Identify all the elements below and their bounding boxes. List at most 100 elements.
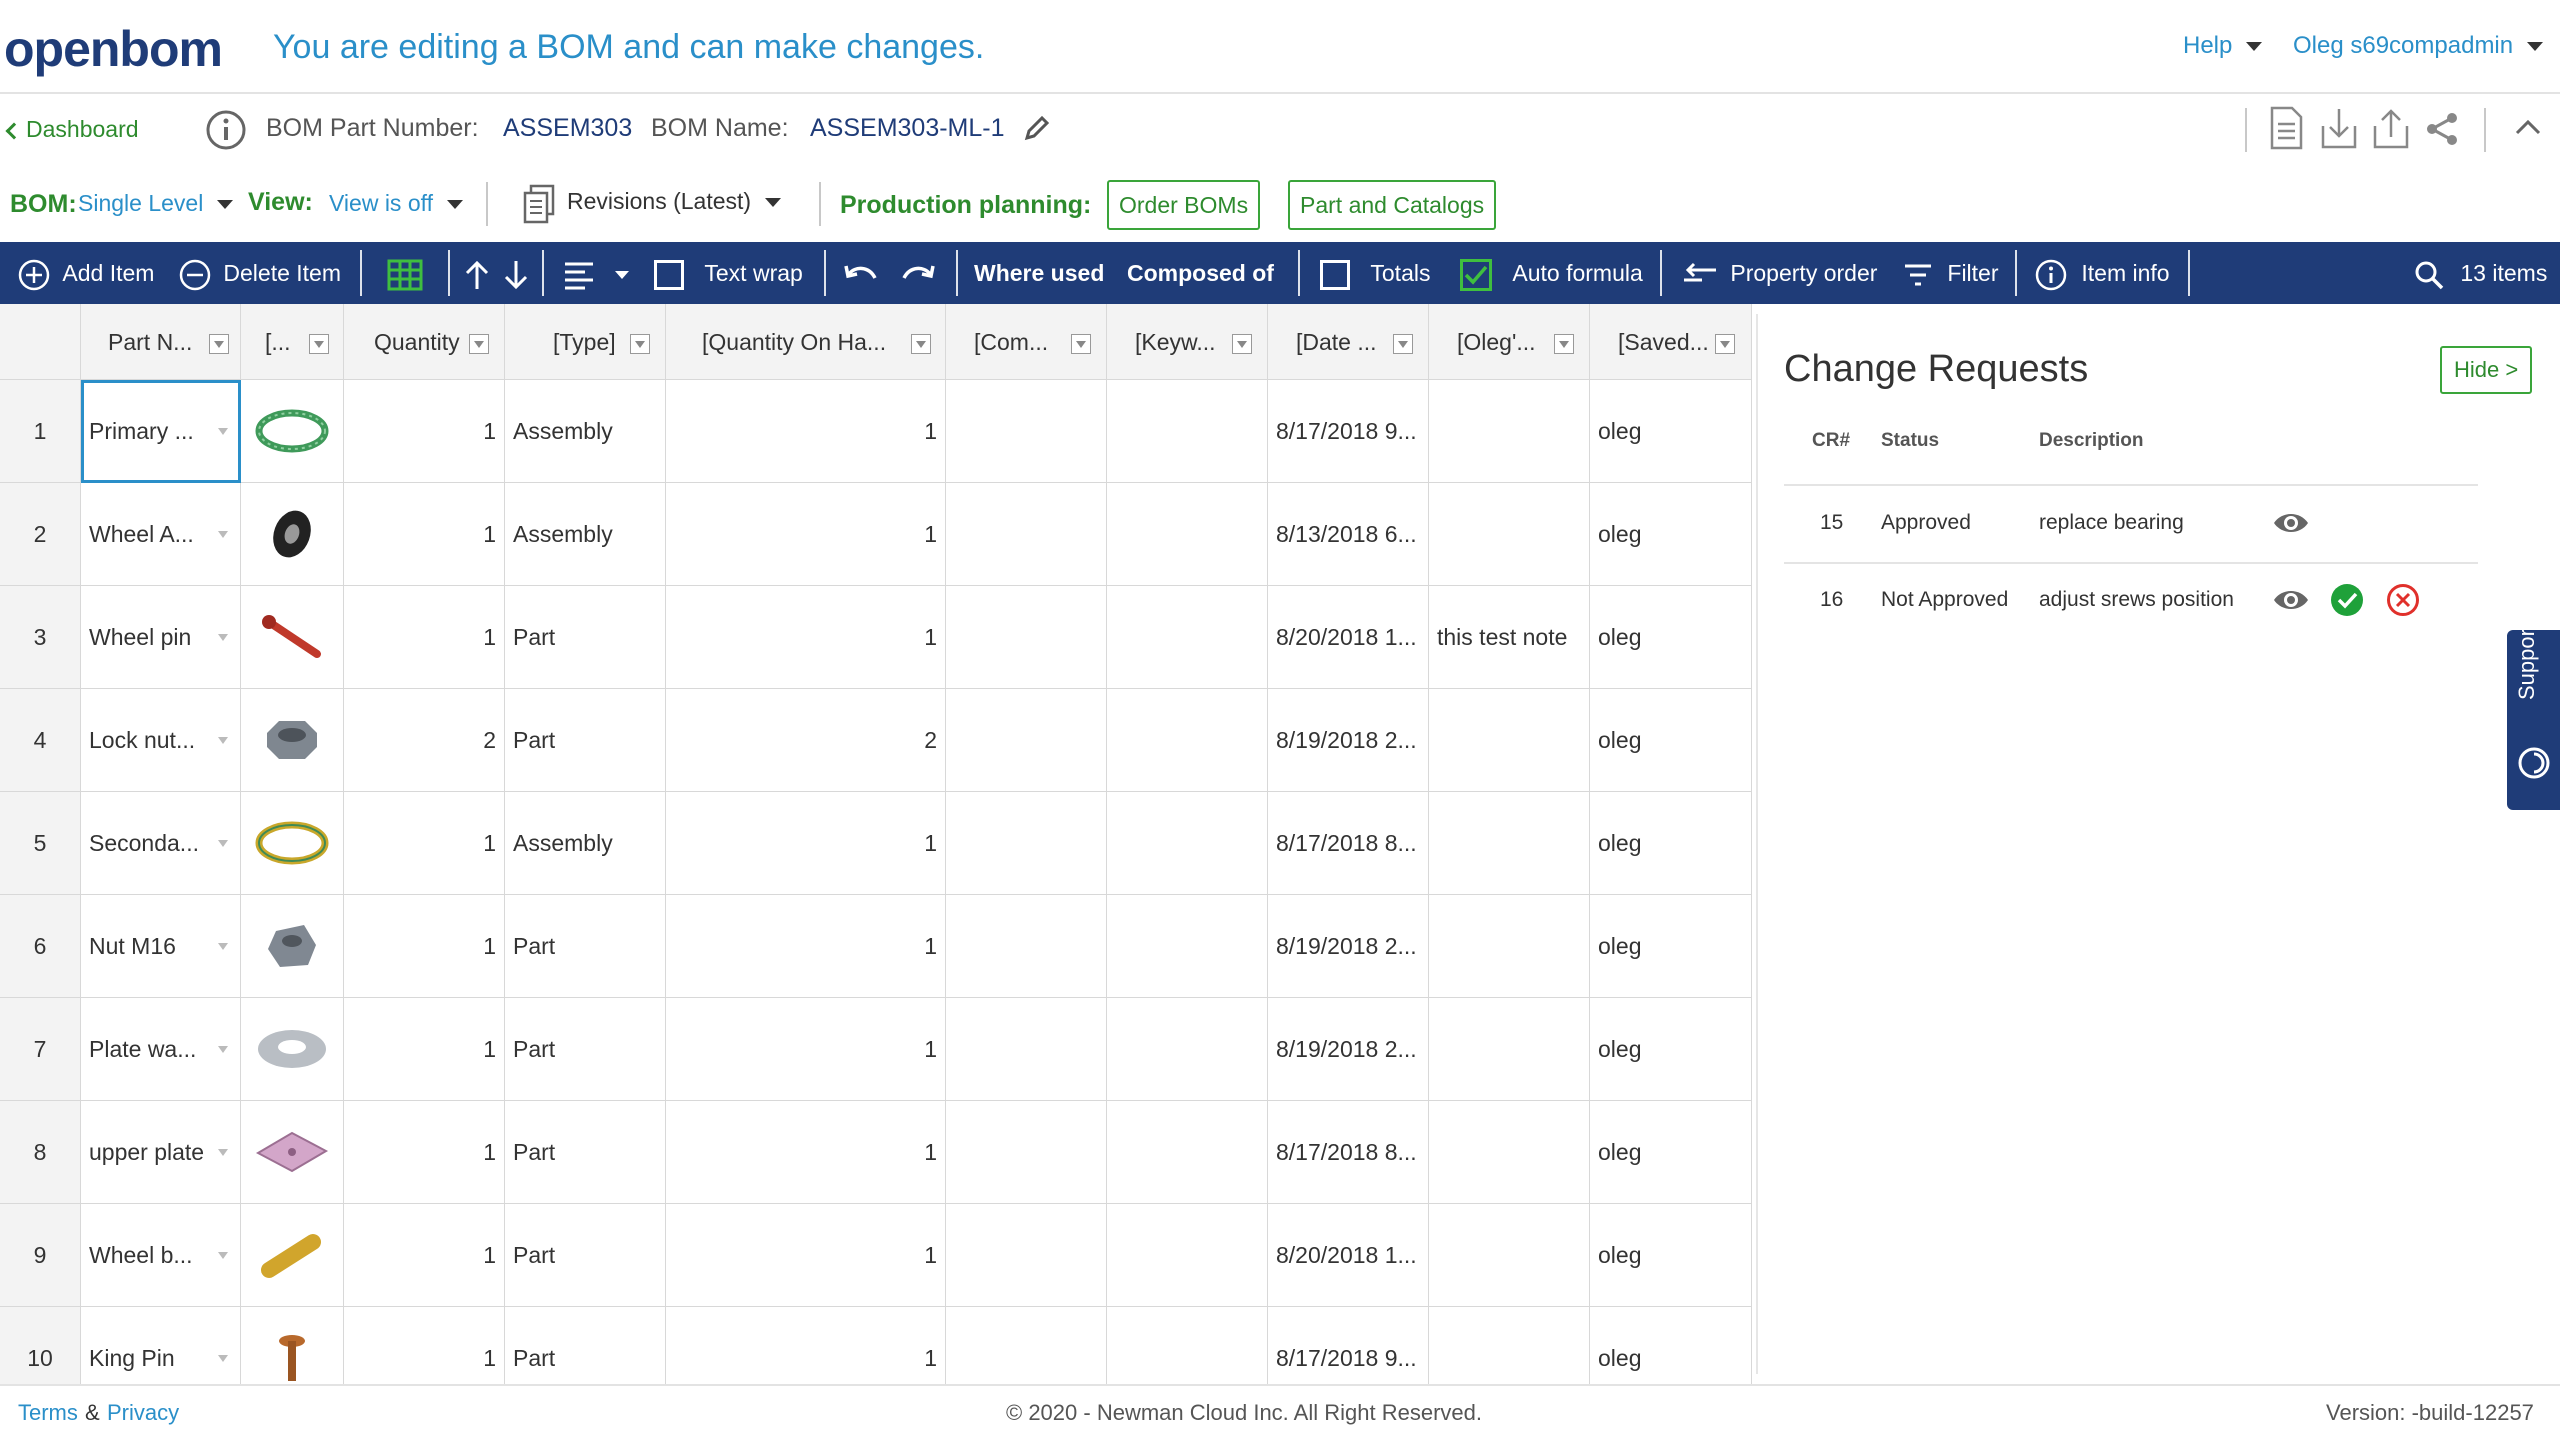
chevron-down-icon[interactable] bbox=[218, 634, 228, 641]
saved-by-cell[interactable]: oleg bbox=[1590, 1101, 1752, 1204]
align-menu[interactable] bbox=[563, 242, 630, 304]
col-header-part-number[interactable]: Part N... bbox=[81, 304, 241, 380]
chevron-down-icon[interactable] bbox=[218, 531, 228, 538]
oleg-note-cell[interactable]: this test note bbox=[1429, 586, 1590, 689]
where-used-button[interactable]: Where used bbox=[974, 242, 1104, 304]
move-down-icon[interactable] bbox=[502, 242, 530, 304]
composed-of-button[interactable]: Composed of bbox=[1127, 242, 1274, 304]
part-number-cell[interactable]: Wheel pin bbox=[81, 586, 241, 689]
table-row[interactable]: 5 Seconda... 1 Assembly 1 8/17/2018 8... oleg bbox=[0, 792, 1752, 895]
table-row[interactable]: 2 Wheel A... 1 Assembly 1 8/13/2018 6... oleg bbox=[0, 483, 1752, 586]
help-menu[interactable]: Help bbox=[2183, 32, 2263, 60]
quantity-cell[interactable]: 1 bbox=[344, 380, 505, 483]
item-info-button[interactable]: Item info bbox=[2035, 242, 2170, 304]
table-row[interactable]: 6 Nut M16 1 Part 1 8/19/2018 2... oleg bbox=[0, 895, 1752, 998]
revisions-select[interactable]: Revisions (Latest) bbox=[567, 188, 782, 215]
saved-by-cell[interactable]: oleg bbox=[1590, 380, 1752, 483]
saved-by-cell[interactable]: oleg bbox=[1590, 689, 1752, 792]
keywords-cell[interactable] bbox=[1107, 1204, 1268, 1307]
type-cell[interactable]: Part bbox=[505, 586, 666, 689]
quantity-on-hand-cell[interactable]: 1 bbox=[666, 1101, 946, 1204]
filter-icon[interactable] bbox=[1554, 334, 1574, 354]
comment-cell[interactable] bbox=[946, 586, 1107, 689]
quantity-on-hand-cell[interactable]: 1 bbox=[666, 792, 946, 895]
saved-by-cell[interactable]: oleg bbox=[1590, 483, 1752, 586]
oleg-note-cell[interactable] bbox=[1429, 1204, 1590, 1307]
part-number-cell[interactable]: Seconda... bbox=[81, 792, 241, 895]
auto-formula-toggle[interactable]: Auto formula bbox=[1460, 242, 1643, 304]
comment-cell[interactable] bbox=[946, 792, 1107, 895]
col-header-comment[interactable]: [Com... bbox=[946, 304, 1107, 380]
oleg-note-cell[interactable] bbox=[1429, 483, 1590, 586]
type-cell[interactable]: Part bbox=[505, 1101, 666, 1204]
comment-cell[interactable] bbox=[946, 1307, 1107, 1384]
saved-by-cell[interactable]: oleg bbox=[1590, 792, 1752, 895]
filter-icon[interactable] bbox=[469, 334, 489, 354]
quantity-cell[interactable]: 1 bbox=[344, 1101, 505, 1204]
comment-cell[interactable] bbox=[946, 1101, 1107, 1204]
view-eye-icon[interactable] bbox=[2272, 510, 2310, 536]
quantity-on-hand-cell[interactable]: 1 bbox=[666, 586, 946, 689]
oleg-note-cell[interactable] bbox=[1429, 792, 1590, 895]
quantity-on-hand-cell[interactable]: 1 bbox=[666, 895, 946, 998]
keywords-cell[interactable] bbox=[1107, 380, 1268, 483]
chevron-down-icon[interactable] bbox=[218, 428, 228, 435]
col-header-quantity-on-hand[interactable]: [Quantity On Ha... bbox=[666, 304, 946, 380]
info-icon[interactable] bbox=[205, 109, 247, 151]
approve-check-icon[interactable] bbox=[2330, 583, 2364, 617]
part-number-cell[interactable]: Primary ... bbox=[81, 380, 241, 483]
chevron-down-icon[interactable] bbox=[218, 840, 228, 847]
date-cell[interactable]: 8/17/2018 9... bbox=[1268, 380, 1429, 483]
comment-cell[interactable] bbox=[946, 689, 1107, 792]
support-label[interactable]: Support bbox=[2514, 623, 2540, 700]
chevron-down-icon[interactable] bbox=[218, 1355, 228, 1362]
filter-icon[interactable] bbox=[309, 334, 329, 354]
thumbnail-cell[interactable] bbox=[241, 1307, 344, 1384]
date-cell[interactable]: 8/19/2018 2... bbox=[1268, 998, 1429, 1101]
type-cell[interactable]: Part bbox=[505, 998, 666, 1101]
saved-by-cell[interactable]: oleg bbox=[1590, 895, 1752, 998]
part-number-cell[interactable]: King Pin bbox=[81, 1307, 241, 1384]
keywords-cell[interactable] bbox=[1107, 1101, 1268, 1204]
redo-icon[interactable] bbox=[900, 242, 936, 304]
view-select[interactable]: View is off bbox=[329, 190, 463, 217]
date-cell[interactable]: 8/17/2018 8... bbox=[1268, 1101, 1429, 1204]
keywords-cell[interactable] bbox=[1107, 895, 1268, 998]
quantity-on-hand-cell[interactable]: 1 bbox=[666, 998, 946, 1101]
part-number-cell[interactable]: Nut M16 bbox=[81, 895, 241, 998]
oleg-note-cell[interactable] bbox=[1429, 689, 1590, 792]
type-cell[interactable]: Assembly bbox=[505, 483, 666, 586]
thumbnail-cell[interactable] bbox=[241, 895, 344, 998]
quantity-cell[interactable]: 1 bbox=[344, 586, 505, 689]
part-number-cell[interactable]: Wheel A... bbox=[81, 483, 241, 586]
terms-link[interactable]: Terms bbox=[18, 1400, 78, 1426]
date-cell[interactable]: 8/17/2018 9... bbox=[1268, 1307, 1429, 1384]
user-menu[interactable]: Oleg s69compadmin bbox=[2293, 32, 2544, 60]
date-cell[interactable]: 8/19/2018 2... bbox=[1268, 689, 1429, 792]
col-header-quantity[interactable]: Quantity bbox=[344, 304, 505, 380]
share-icon[interactable] bbox=[2424, 112, 2460, 146]
quantity-cell[interactable]: 1 bbox=[344, 998, 505, 1101]
thumbnail-cell[interactable] bbox=[241, 998, 344, 1101]
table-row[interactable]: 7 Plate wa... 1 Part 1 8/19/2018 2... oleg bbox=[0, 998, 1752, 1101]
keywords-cell[interactable] bbox=[1107, 483, 1268, 586]
saved-by-cell[interactable]: oleg bbox=[1590, 586, 1752, 689]
view-eye-icon[interactable] bbox=[2272, 587, 2310, 613]
date-cell[interactable]: 8/13/2018 6... bbox=[1268, 483, 1429, 586]
keywords-cell[interactable] bbox=[1107, 1307, 1268, 1384]
col-header-oleg-note[interactable]: [Oleg'... bbox=[1429, 304, 1590, 380]
keywords-cell[interactable] bbox=[1107, 792, 1268, 895]
totals-toggle[interactable]: Totals bbox=[1320, 242, 1430, 304]
quantity-on-hand-cell[interactable]: 1 bbox=[666, 483, 946, 586]
type-cell[interactable]: Assembly bbox=[505, 792, 666, 895]
date-cell[interactable]: 8/20/2018 1... bbox=[1268, 1204, 1429, 1307]
comment-cell[interactable] bbox=[946, 998, 1107, 1101]
filter-icon[interactable] bbox=[1393, 334, 1413, 354]
bom-level-select[interactable]: Single Level bbox=[78, 190, 234, 217]
privacy-link[interactable]: Privacy bbox=[107, 1400, 179, 1426]
type-cell[interactable]: Part bbox=[505, 689, 666, 792]
filter-icon[interactable] bbox=[1715, 334, 1735, 354]
quantity-on-hand-cell[interactable]: 2 bbox=[666, 689, 946, 792]
oleg-note-cell[interactable] bbox=[1429, 1307, 1590, 1384]
table-row[interactable]: 3 Wheel pin 1 Part 1 8/20/2018 1... this test … bbox=[0, 586, 1752, 689]
